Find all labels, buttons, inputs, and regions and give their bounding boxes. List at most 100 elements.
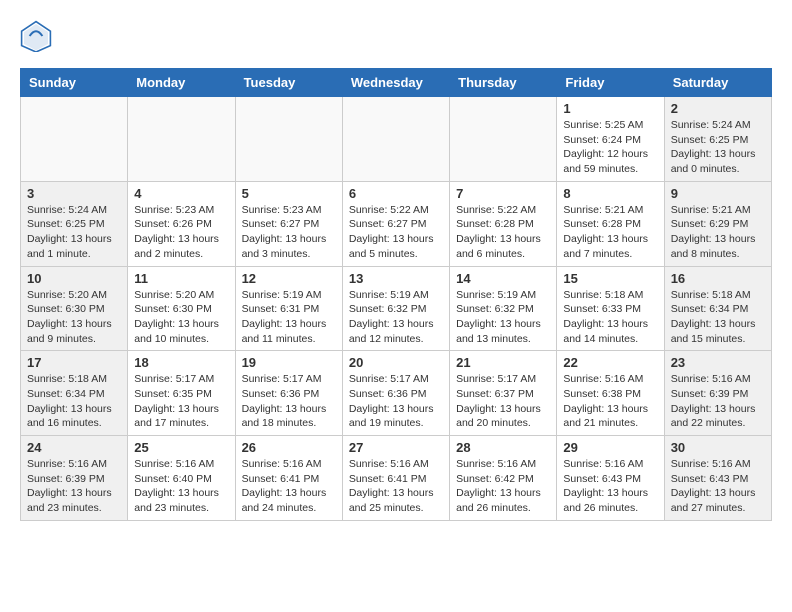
week-row-2: 3 Sunrise: 5:24 AMSunset: 6:25 PMDaylight… [21, 181, 772, 266]
day-number: 22 [563, 355, 657, 370]
day-info: Sunrise: 5:24 AMSunset: 6:25 PMDaylight:… [27, 203, 121, 262]
day-info: Sunrise: 5:25 AMSunset: 6:24 PMDaylight:… [563, 118, 657, 177]
day-cell: 12 Sunrise: 5:19 AMSunset: 6:31 PMDayligh… [235, 266, 342, 351]
day-number: 13 [349, 271, 443, 286]
day-number: 1 [563, 101, 657, 116]
day-cell: 5 Sunrise: 5:23 AMSunset: 6:27 PMDaylight… [235, 181, 342, 266]
day-info: Sunrise: 5:19 AMSunset: 6:32 PMDaylight:… [349, 288, 443, 347]
calendar-header: SundayMondayTuesdayWednesdayThursdayFrid… [21, 69, 772, 97]
day-number: 3 [27, 186, 121, 201]
header-cell-friday: Friday [557, 69, 664, 97]
day-cell: 14 Sunrise: 5:19 AMSunset: 6:32 PMDayligh… [450, 266, 557, 351]
calendar-table: SundayMondayTuesdayWednesdayThursdayFrid… [20, 68, 772, 521]
calendar-body: 1 Sunrise: 5:25 AMSunset: 6:24 PMDaylight… [21, 97, 772, 521]
day-number: 11 [134, 271, 228, 286]
day-info: Sunrise: 5:23 AMSunset: 6:27 PMDaylight:… [242, 203, 336, 262]
day-info: Sunrise: 5:17 AMSunset: 6:36 PMDaylight:… [349, 372, 443, 431]
day-number: 24 [27, 440, 121, 455]
day-number: 28 [456, 440, 550, 455]
day-number: 29 [563, 440, 657, 455]
day-info: Sunrise: 5:17 AMSunset: 6:35 PMDaylight:… [134, 372, 228, 431]
day-number: 4 [134, 186, 228, 201]
day-cell: 18 Sunrise: 5:17 AMSunset: 6:35 PMDayligh… [128, 351, 235, 436]
day-info: Sunrise: 5:21 AMSunset: 6:28 PMDaylight:… [563, 203, 657, 262]
day-info: Sunrise: 5:23 AMSunset: 6:26 PMDaylight:… [134, 203, 228, 262]
day-cell [450, 97, 557, 182]
day-info: Sunrise: 5:22 AMSunset: 6:27 PMDaylight:… [349, 203, 443, 262]
day-cell: 27 Sunrise: 5:16 AMSunset: 6:41 PMDayligh… [342, 436, 449, 521]
day-info: Sunrise: 5:16 AMSunset: 6:41 PMDaylight:… [349, 457, 443, 516]
day-cell [128, 97, 235, 182]
day-info: Sunrise: 5:16 AMSunset: 6:43 PMDaylight:… [671, 457, 765, 516]
day-cell [235, 97, 342, 182]
day-number: 20 [349, 355, 443, 370]
header-cell-saturday: Saturday [664, 69, 771, 97]
day-number: 21 [456, 355, 550, 370]
day-info: Sunrise: 5:18 AMSunset: 6:34 PMDaylight:… [671, 288, 765, 347]
day-info: Sunrise: 5:19 AMSunset: 6:31 PMDaylight:… [242, 288, 336, 347]
day-cell: 17 Sunrise: 5:18 AMSunset: 6:34 PMDayligh… [21, 351, 128, 436]
day-cell: 8 Sunrise: 5:21 AMSunset: 6:28 PMDaylight… [557, 181, 664, 266]
header-cell-thursday: Thursday [450, 69, 557, 97]
day-cell: 21 Sunrise: 5:17 AMSunset: 6:37 PMDayligh… [450, 351, 557, 436]
day-cell: 9Sunrise: 5:21 AMSunset: 6:29 PMDaylight… [664, 181, 771, 266]
day-number: 2 [671, 101, 765, 116]
day-info: Sunrise: 5:16 AMSunset: 6:41 PMDaylight:… [242, 457, 336, 516]
day-cell: 26 Sunrise: 5:16 AMSunset: 6:41 PMDayligh… [235, 436, 342, 521]
day-cell: 3 Sunrise: 5:24 AMSunset: 6:25 PMDaylight… [21, 181, 128, 266]
day-number: 23 [671, 355, 765, 370]
day-cell: 22Sunrise: 5:16 AMSunset: 6:38 PMDayligh… [557, 351, 664, 436]
header-cell-monday: Monday [128, 69, 235, 97]
day-info: Sunrise: 5:22 AMSunset: 6:28 PMDaylight:… [456, 203, 550, 262]
day-cell: 11 Sunrise: 5:20 AMSunset: 6:30 PMDayligh… [128, 266, 235, 351]
day-cell: 10 Sunrise: 5:20 AMSunset: 6:30 PMDayligh… [21, 266, 128, 351]
header-cell-sunday: Sunday [21, 69, 128, 97]
week-row-4: 17 Sunrise: 5:18 AMSunset: 6:34 PMDayligh… [21, 351, 772, 436]
day-number: 14 [456, 271, 550, 286]
day-number: 19 [242, 355, 336, 370]
day-info: Sunrise: 5:24 AMSunset: 6:25 PMDaylight:… [671, 118, 765, 177]
page-header [20, 20, 772, 52]
day-info: Sunrise: 5:16 AMSunset: 6:42 PMDaylight:… [456, 457, 550, 516]
day-info: Sunrise: 5:18 AMSunset: 6:33 PMDaylight:… [563, 288, 657, 347]
day-number: 30 [671, 440, 765, 455]
day-number: 12 [242, 271, 336, 286]
day-number: 8 [563, 186, 657, 201]
day-info: Sunrise: 5:19 AMSunset: 6:32 PMDaylight:… [456, 288, 550, 347]
day-cell [342, 97, 449, 182]
day-cell: 4 Sunrise: 5:23 AMSunset: 6:26 PMDaylight… [128, 181, 235, 266]
day-number: 18 [134, 355, 228, 370]
day-info: Sunrise: 5:17 AMSunset: 6:36 PMDaylight:… [242, 372, 336, 431]
day-cell: 16Sunrise: 5:18 AMSunset: 6:34 PMDayligh… [664, 266, 771, 351]
day-number: 25 [134, 440, 228, 455]
logo [20, 20, 56, 52]
day-info: Sunrise: 5:20 AMSunset: 6:30 PMDaylight:… [27, 288, 121, 347]
day-cell: 24 Sunrise: 5:16 AMSunset: 6:39 PMDayligh… [21, 436, 128, 521]
day-number: 5 [242, 186, 336, 201]
day-number: 17 [27, 355, 121, 370]
day-cell [21, 97, 128, 182]
day-cell: 7 Sunrise: 5:22 AMSunset: 6:28 PMDaylight… [450, 181, 557, 266]
day-info: Sunrise: 5:18 AMSunset: 6:34 PMDaylight:… [27, 372, 121, 431]
week-row-1: 1 Sunrise: 5:25 AMSunset: 6:24 PMDaylight… [21, 97, 772, 182]
week-row-5: 24 Sunrise: 5:16 AMSunset: 6:39 PMDayligh… [21, 436, 772, 521]
day-info: Sunrise: 5:16 AMSunset: 6:40 PMDaylight:… [134, 457, 228, 516]
day-number: 7 [456, 186, 550, 201]
day-number: 27 [349, 440, 443, 455]
day-cell: 15Sunrise: 5:18 AMSunset: 6:33 PMDayligh… [557, 266, 664, 351]
header-row: SundayMondayTuesdayWednesdayThursdayFrid… [21, 69, 772, 97]
day-cell: 2 Sunrise: 5:24 AMSunset: 6:25 PMDaylight… [664, 97, 771, 182]
logo-icon [20, 20, 52, 52]
day-info: Sunrise: 5:16 AMSunset: 6:39 PMDaylight:… [671, 372, 765, 431]
day-info: Sunrise: 5:21 AMSunset: 6:29 PMDaylight:… [671, 203, 765, 262]
week-row-3: 10 Sunrise: 5:20 AMSunset: 6:30 PMDayligh… [21, 266, 772, 351]
header-cell-wednesday: Wednesday [342, 69, 449, 97]
header-cell-tuesday: Tuesday [235, 69, 342, 97]
day-info: Sunrise: 5:17 AMSunset: 6:37 PMDaylight:… [456, 372, 550, 431]
day-number: 10 [27, 271, 121, 286]
day-cell: 1 Sunrise: 5:25 AMSunset: 6:24 PMDaylight… [557, 97, 664, 182]
day-cell: 28 Sunrise: 5:16 AMSunset: 6:42 PMDayligh… [450, 436, 557, 521]
day-info: Sunrise: 5:16 AMSunset: 6:39 PMDaylight:… [27, 457, 121, 516]
day-number: 26 [242, 440, 336, 455]
day-info: Sunrise: 5:20 AMSunset: 6:30 PMDaylight:… [134, 288, 228, 347]
